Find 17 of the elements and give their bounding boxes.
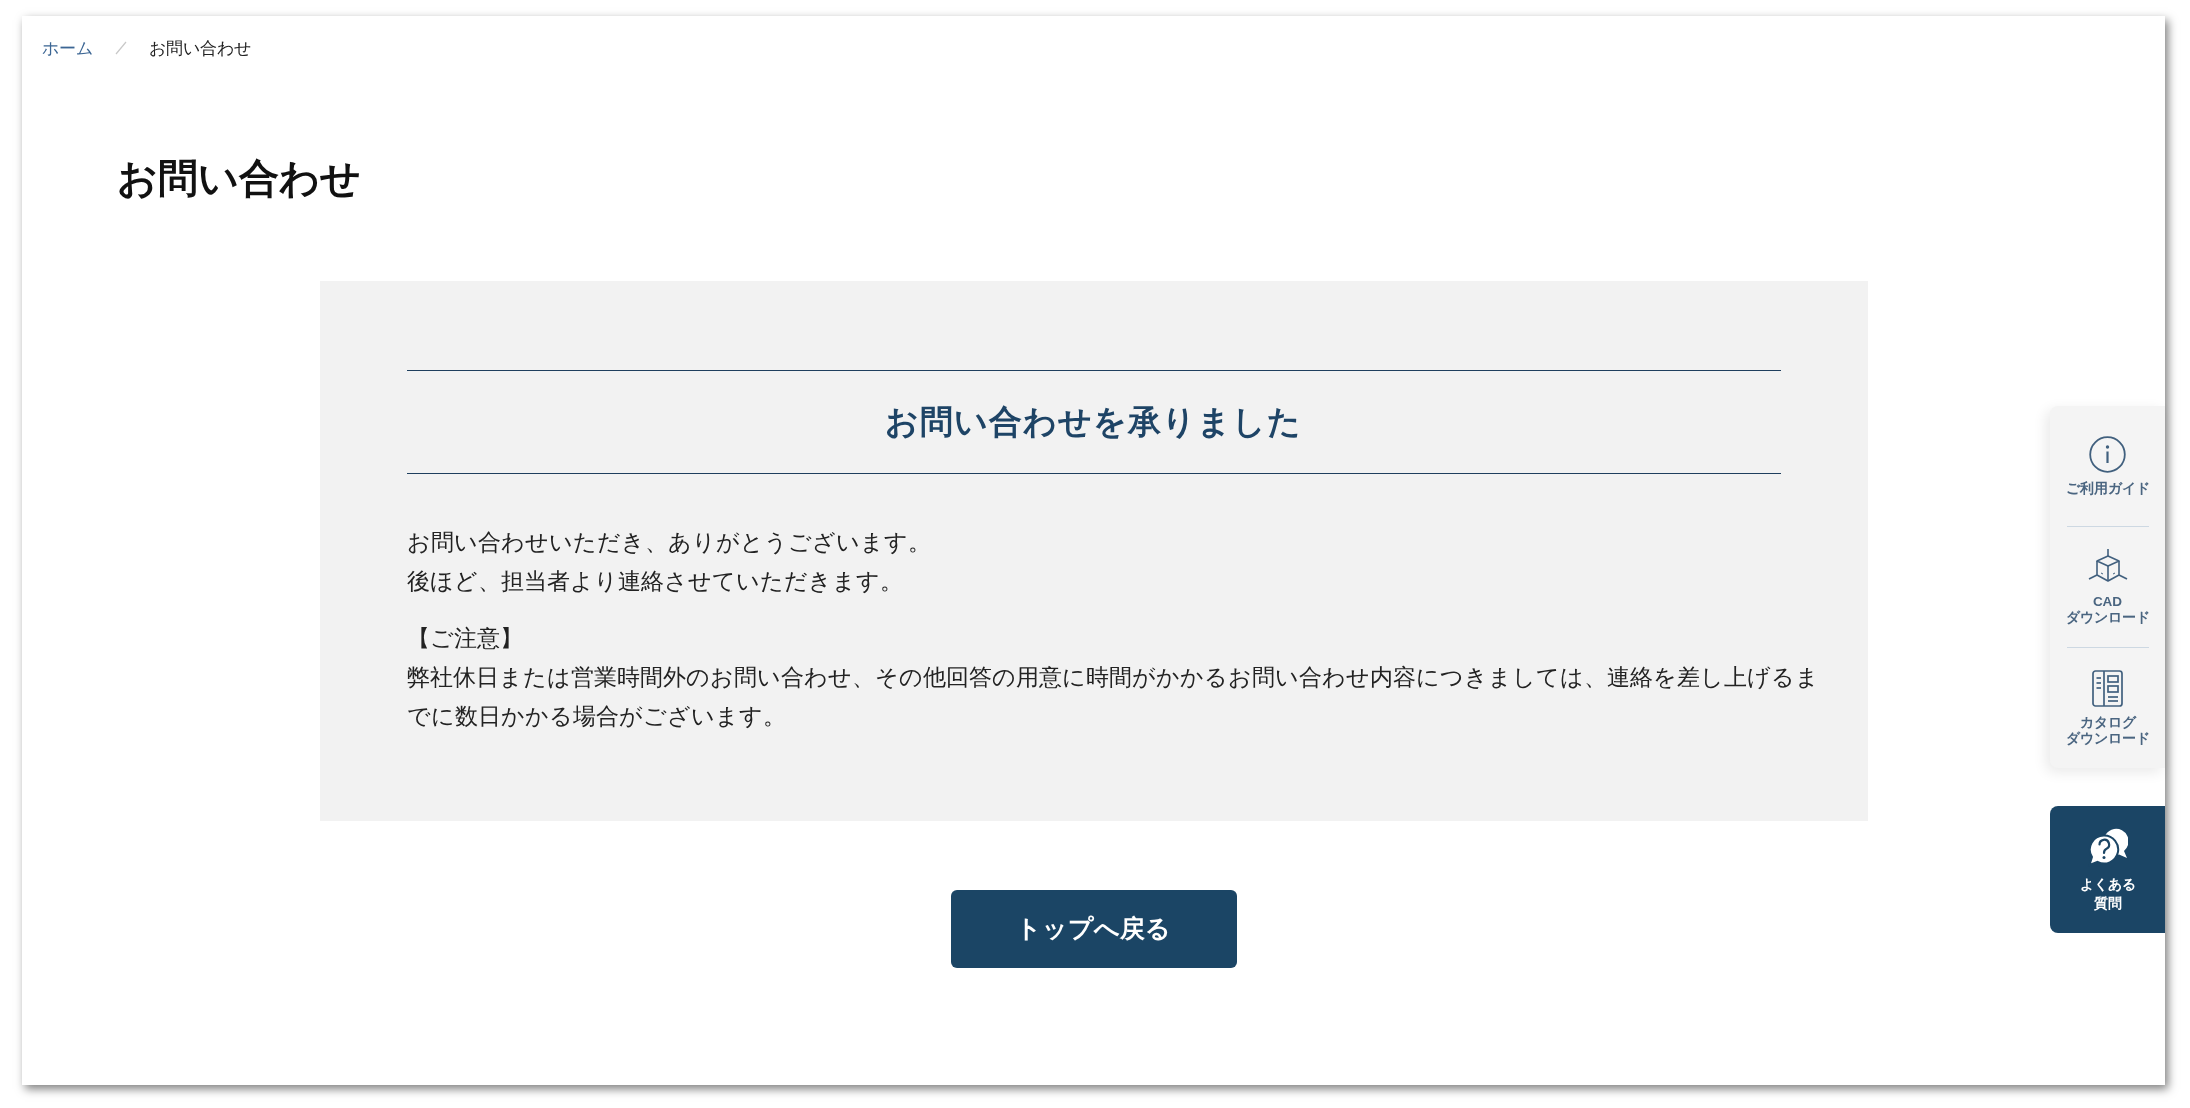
- breadcrumb-link[interactable]: ホーム: [42, 38, 93, 58]
- side-menu-link[interactable]: カタログ ダウンロード: [2050, 648, 2165, 768]
- booklet-icon: [2092, 669, 2123, 707]
- side-menu-link[interactable]: ご利用ガイド: [2050, 406, 2165, 526]
- info-icon: [2089, 435, 2126, 473]
- back-to-top-button[interactable]: トップへ戻る: [950, 890, 1237, 968]
- slash-separator-icon: [115, 41, 127, 55]
- message-text: お問い合わせいただき、ありがとうございます。: [406, 528, 932, 557]
- side-menu-link[interactable]: CAD ダウンロード: [2050, 527, 2165, 647]
- page-title: お問い合わせ: [117, 155, 361, 202]
- faq-button[interactable]: よくある 質問: [2050, 806, 2165, 933]
- message-text: 【ご注意】: [406, 624, 524, 653]
- message-text: 後ほど、担当者より連絡させていただきます。: [406, 567, 904, 596]
- card-heading: お問い合わせを承りました: [885, 402, 1302, 442]
- question-bubbles-icon: [2087, 826, 2128, 867]
- breadcrumb-current: お問い合わせ: [149, 38, 251, 58]
- message-text: 弊社休日または営業時間外のお問い合わせ、その他回答の用意に時間がかかるお問い合わせ内容につきましては、連絡を差し上げるまでに数日かかる場合がございます。: [406, 663, 1820, 731]
